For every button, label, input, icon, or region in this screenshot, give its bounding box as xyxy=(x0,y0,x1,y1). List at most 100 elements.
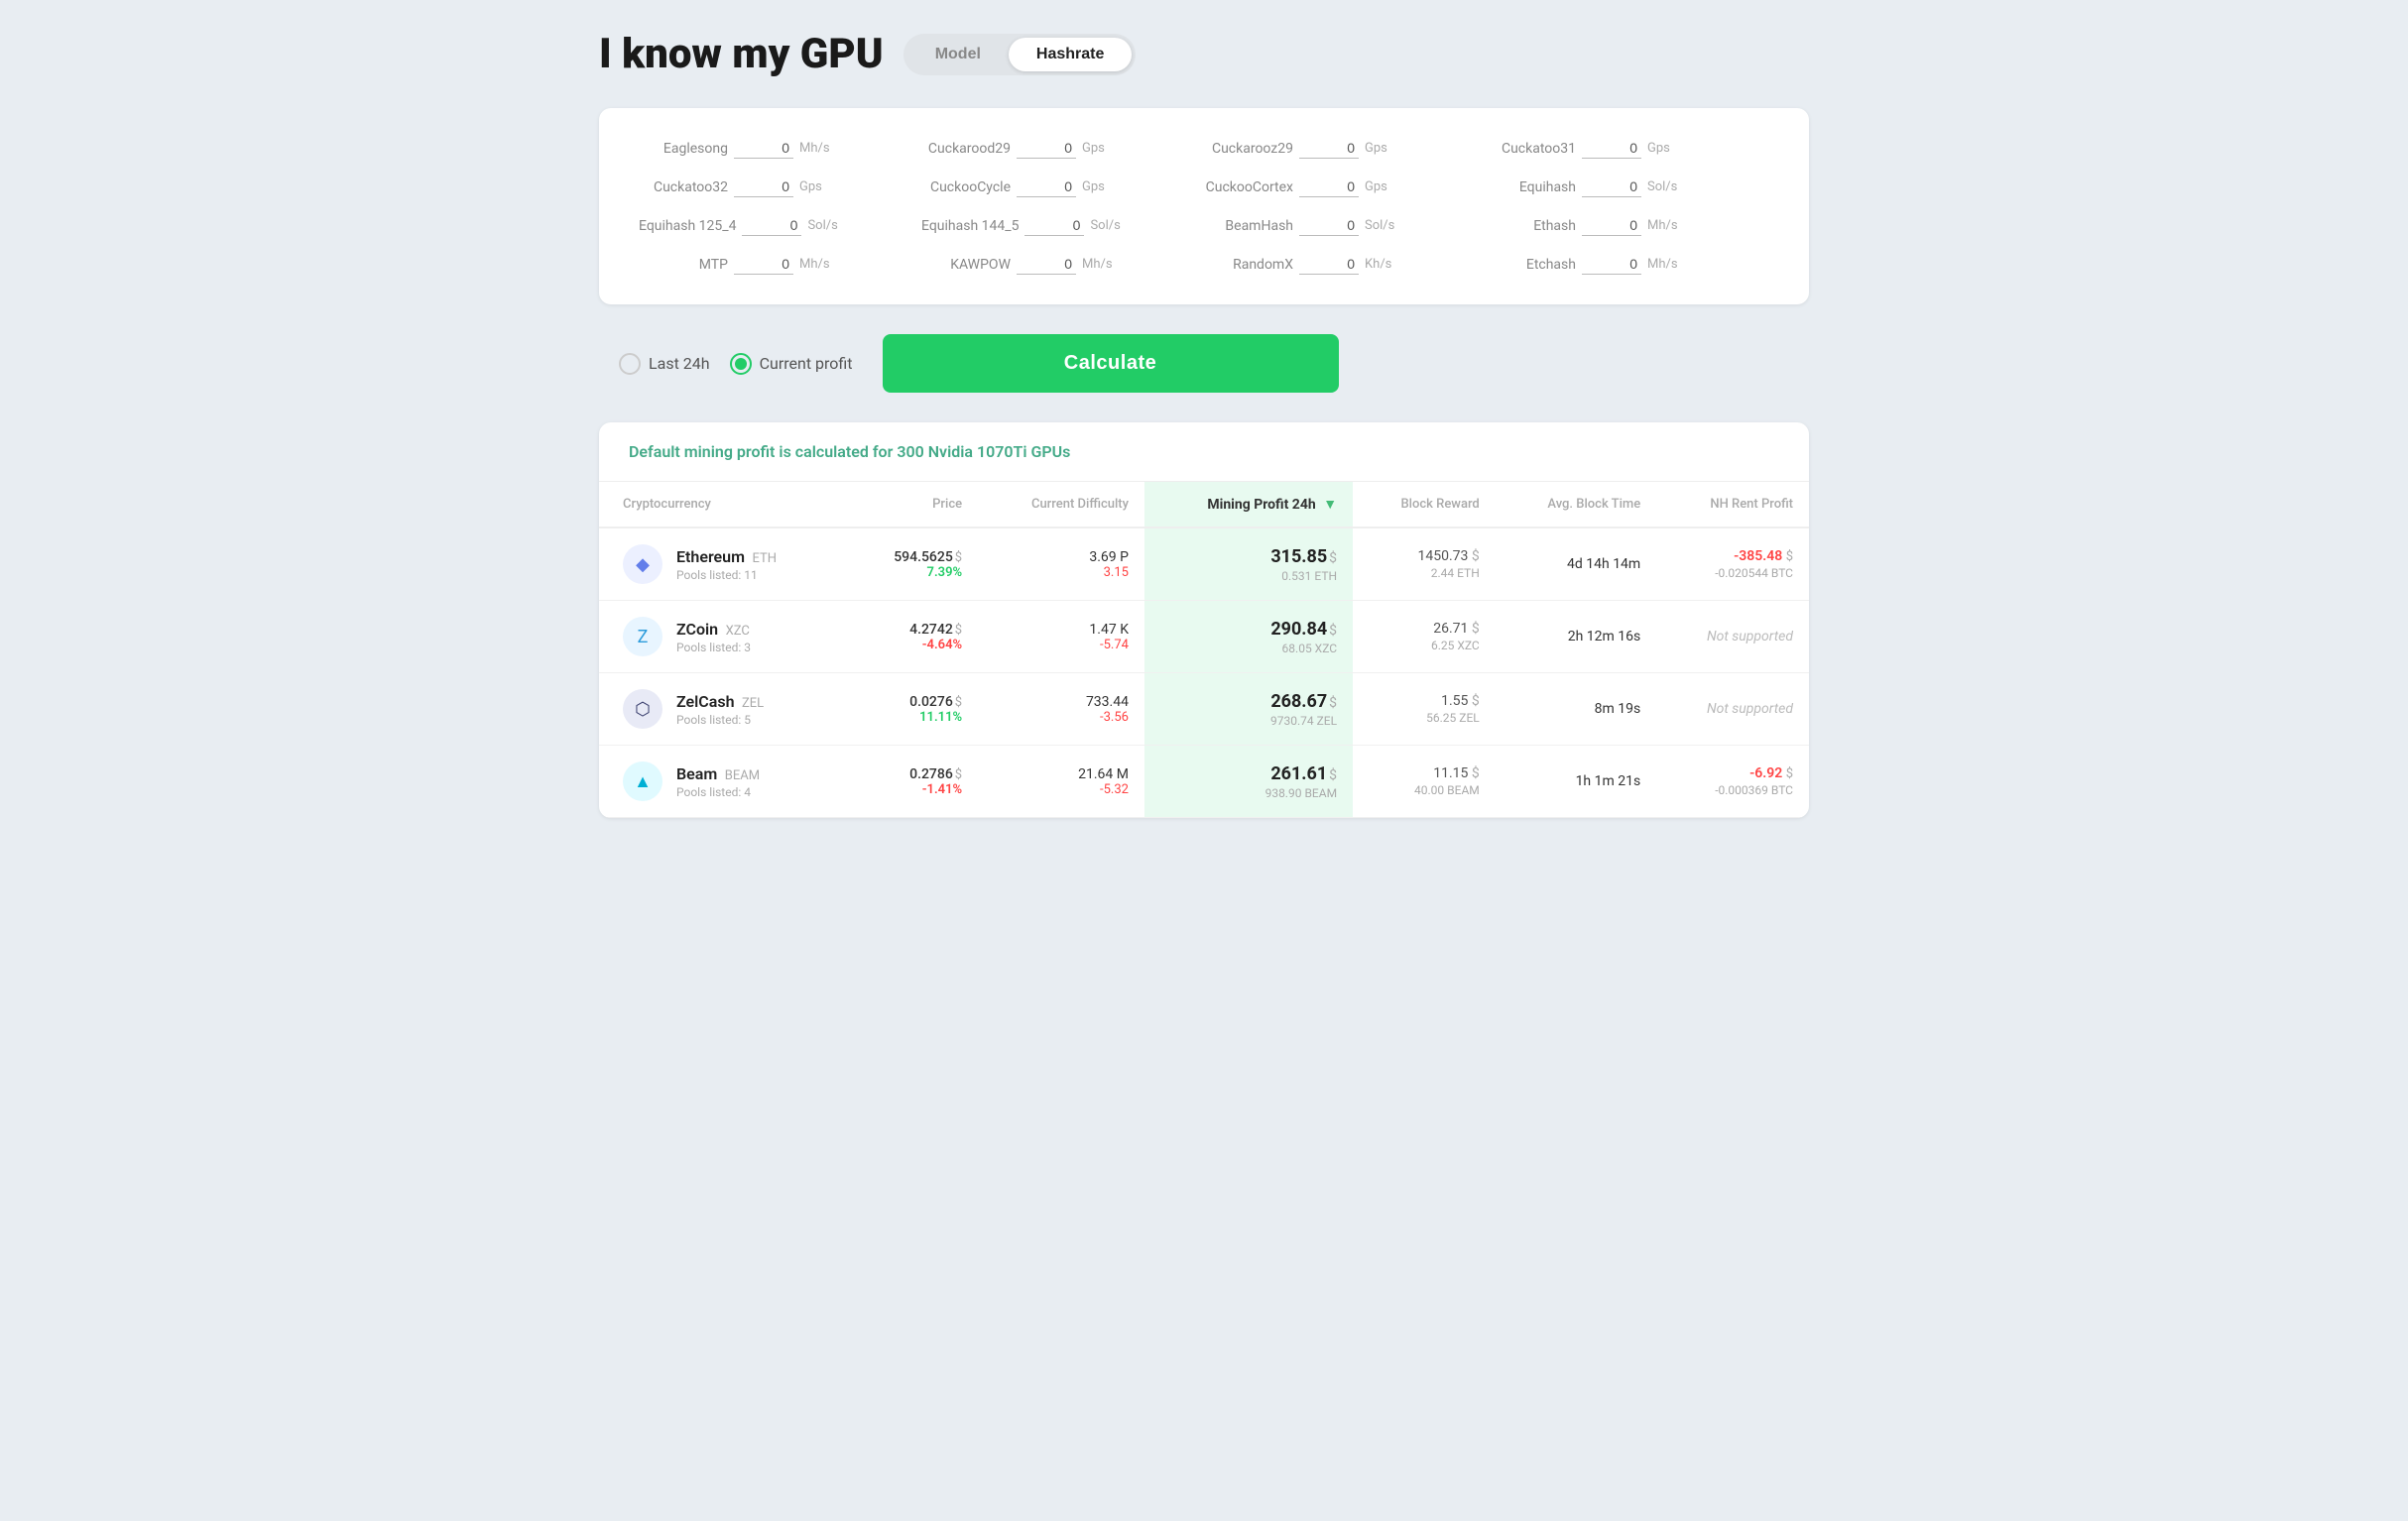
field-label: BeamHash xyxy=(1204,218,1293,234)
field-input-mtp[interactable] xyxy=(734,254,793,275)
td-crypto-info: ⬡ ZelCash ZEL Pools listed: 5 xyxy=(599,673,849,746)
radio-current-profit-label: Current profit xyxy=(760,354,853,373)
td-avg-block-time: 1h 1m 21s xyxy=(1496,746,1656,818)
crypto-names: Beam BEAM Pools listed: 4 xyxy=(676,764,760,799)
calc-row: Last 24h Current profit Calculate xyxy=(599,334,1809,393)
field-unit: Sol/s xyxy=(1647,179,1677,194)
hashrate-field-cuckoocycle: CuckooCycle Gps xyxy=(921,176,1204,197)
field-input-cuckarood29[interactable] xyxy=(1017,138,1076,159)
td-profit: 315.85$ 0.531 ETH xyxy=(1144,527,1353,601)
field-label: Ethash xyxy=(1487,218,1576,234)
field-input-cuckoocortex[interactable] xyxy=(1299,176,1359,197)
field-unit: Mh/s xyxy=(1647,218,1678,233)
mode-hashrate-button[interactable]: Hashrate xyxy=(1009,38,1132,71)
td-difficulty: 3.69 P 3.15 xyxy=(978,527,1144,601)
crypto-table: Cryptocurrency Price Current Difficulty … xyxy=(599,482,1809,818)
crypto-names: ZelCash ZEL Pools listed: 5 xyxy=(676,692,764,727)
hashrate-field-mtp: MTP Mh/s xyxy=(639,254,921,275)
hashrate-field-ethash: Ethash Mh/s xyxy=(1487,215,1769,236)
field-input-equihash144_5[interactable] xyxy=(1024,215,1084,236)
td-avg-block-time: 2h 12m 16s xyxy=(1496,601,1656,673)
hashrate-field-equihash125_4: Equihash 125_4 Sol/s xyxy=(639,215,921,236)
calculate-button[interactable]: Calculate xyxy=(883,334,1339,393)
field-label: Cuckatoo32 xyxy=(639,179,728,195)
field-unit: Sol/s xyxy=(1090,218,1120,233)
hashrate-field-cuckarooz29: Cuckarooz29 Gps xyxy=(1204,138,1487,159)
nh-rent-btc: -0.000369 BTC xyxy=(1672,783,1793,797)
field-input-randomx[interactable] xyxy=(1299,254,1359,275)
field-unit: Gps xyxy=(1647,141,1677,156)
td-crypto-info: ▲ Beam BEAM Pools listed: 4 xyxy=(599,746,849,818)
field-unit: Gps xyxy=(1082,179,1112,194)
field-input-ethash[interactable] xyxy=(1582,215,1641,236)
field-label: CuckooCycle xyxy=(921,179,1011,195)
sort-arrow-icon: ▼ xyxy=(1323,496,1337,513)
td-nh-rent: -6.92 $ -0.000369 BTC xyxy=(1656,746,1809,818)
field-unit: Gps xyxy=(799,179,829,194)
field-label: CuckooCortex xyxy=(1204,179,1293,195)
crypto-name: Ethereum ETH xyxy=(676,547,777,566)
th-block-reward: Block Reward xyxy=(1353,482,1496,527)
field-input-cuckatoo31[interactable] xyxy=(1582,138,1641,159)
field-input-beamhash[interactable] xyxy=(1299,215,1359,236)
th-price: Price xyxy=(849,482,978,527)
hashrate-field-randomx: RandomX Kh/s xyxy=(1204,254,1487,275)
radio-last24h-label: Last 24h xyxy=(649,354,710,373)
td-nh-rent: Not supported xyxy=(1656,601,1809,673)
td-avg-block-time: 8m 19s xyxy=(1496,673,1656,746)
td-nh-rent: -385.48 $ -0.020544 BTC xyxy=(1656,527,1809,601)
field-input-cuckatoo32[interactable] xyxy=(734,176,793,197)
radio-last24h-circle xyxy=(619,353,641,375)
radio-last24h[interactable]: Last 24h xyxy=(619,353,710,375)
nh-not-supported: Not supported xyxy=(1707,701,1793,717)
field-unit: Mh/s xyxy=(1082,257,1113,272)
th-profit[interactable]: Mining Profit 24h ▼ xyxy=(1144,482,1353,527)
hashrate-field-cuckoocortex: CuckooCortex Gps xyxy=(1204,176,1487,197)
field-input-equihash[interactable] xyxy=(1582,176,1641,197)
nh-rent-btc: -0.020544 BTC xyxy=(1672,566,1793,580)
field-input-eaglesong[interactable] xyxy=(734,138,793,159)
mode-model-button[interactable]: Model xyxy=(907,38,1009,71)
field-input-kawpow[interactable] xyxy=(1017,254,1076,275)
pools-listed: Pools listed: 11 xyxy=(676,568,777,582)
radio-current-profit[interactable]: Current profit xyxy=(730,353,853,375)
field-label: MTP xyxy=(639,257,728,273)
td-block-reward: 1450.73 $ 2.44 ETH xyxy=(1353,527,1496,601)
th-avg-block: Avg. Block Time xyxy=(1496,482,1656,527)
field-input-equihash125_4[interactable] xyxy=(742,215,801,236)
crypto-names: ZCoin XZC Pools listed: 3 xyxy=(676,620,751,654)
table-header-row: Cryptocurrency Price Current Difficulty … xyxy=(599,482,1809,527)
nh-rent-value: -385.48 $ xyxy=(1734,548,1793,564)
td-difficulty: 733.44 -3.56 xyxy=(978,673,1144,746)
field-label: Eaglesong xyxy=(639,141,728,157)
td-block-reward: 26.71 $ 6.25 XZC xyxy=(1353,601,1496,673)
crypto-logo: ⬡ xyxy=(623,689,662,729)
td-crypto-info: ◆ Ethereum ETH Pools listed: 11 xyxy=(599,527,849,601)
field-input-cuckarooz29[interactable] xyxy=(1299,138,1359,159)
field-unit: Sol/s xyxy=(807,218,837,233)
th-cryptocurrency: Cryptocurrency xyxy=(599,482,849,527)
crypto-logo: ◆ xyxy=(623,544,662,584)
field-input-etchash[interactable] xyxy=(1582,254,1641,275)
hashrate-grid: Eaglesong Mh/s Cuckarood29 Gps Cuckarooz… xyxy=(639,138,1769,275)
header: I know my GPU Model Hashrate xyxy=(599,30,1809,78)
field-input-cuckoocycle[interactable] xyxy=(1017,176,1076,197)
radio-group: Last 24h Current profit xyxy=(619,353,853,375)
field-label: Cuckarood29 xyxy=(921,141,1011,157)
field-label: Equihash 125_4 xyxy=(639,218,736,234)
pools-listed: Pools listed: 4 xyxy=(676,785,760,799)
field-unit: Gps xyxy=(1365,141,1394,156)
th-nh-rent: NH Rent Profit xyxy=(1656,482,1809,527)
hashrate-field-eaglesong: Eaglesong Mh/s xyxy=(639,138,921,159)
table-row: ◆ Ethereum ETH Pools listed: 11 594.5625… xyxy=(599,527,1809,601)
field-label: Equihash xyxy=(1487,179,1576,195)
field-unit: Sol/s xyxy=(1365,218,1394,233)
crypto-logo: Z xyxy=(623,617,662,656)
th-difficulty: Current Difficulty xyxy=(978,482,1144,527)
results-panel: Default mining profit is calculated for … xyxy=(599,422,1809,818)
crypto-logo: ▲ xyxy=(623,761,662,801)
td-difficulty: 21.64 M -5.32 xyxy=(978,746,1144,818)
td-price: 0.0276$ 11.11% xyxy=(849,673,978,746)
hashrate-panel: Eaglesong Mh/s Cuckarood29 Gps Cuckarooz… xyxy=(599,108,1809,304)
field-unit: Mh/s xyxy=(799,141,830,156)
